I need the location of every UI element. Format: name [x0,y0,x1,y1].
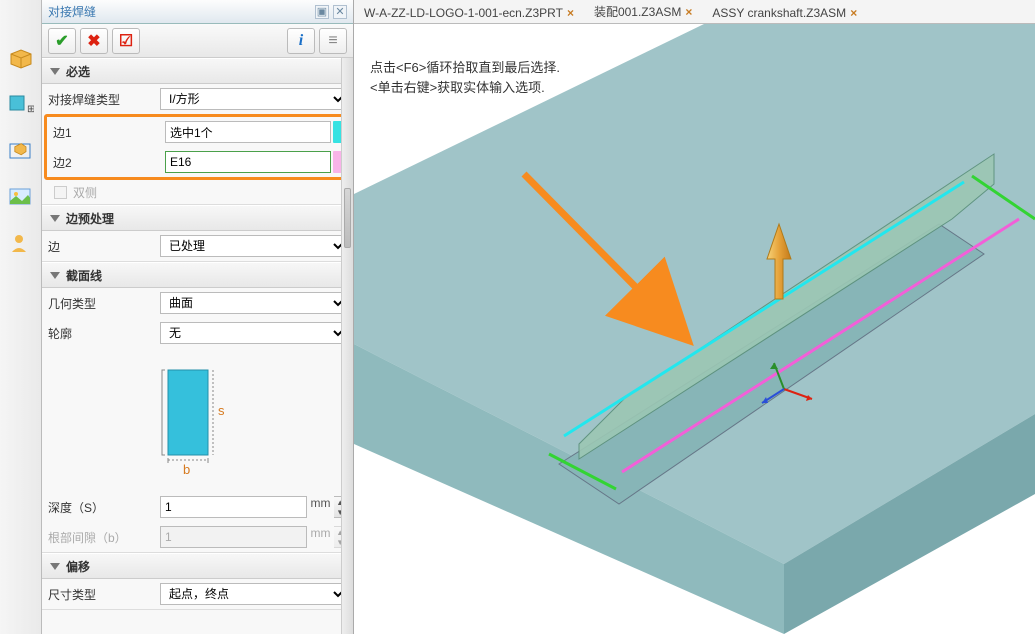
section-header-offset[interactable]: 偏移 [42,553,353,579]
edge1-field[interactable]: 选中1个 [165,121,331,143]
depth-input[interactable] [160,496,307,518]
section-header-section-line[interactable]: 截面线 [42,262,353,288]
model-canvas[interactable] [354,24,1035,634]
depth-label: 深度（S） [48,499,160,516]
apply-button[interactable]: ☑ [112,28,140,54]
panel-titlebar: 对接焊缝 ▣ ✕ [42,0,353,24]
chevron-down-icon [50,272,60,279]
section-section-line: 截面线 几何类型 曲面 轮廓 无 s b [42,262,353,553]
close-icon[interactable]: × [850,6,857,20]
tab-doc-3[interactable]: ASSY crankshaft.Z3ASM× [702,3,867,23]
ok-button[interactable]: ✔ [48,28,76,54]
tool-tree[interactable]: ⊞ [7,91,35,119]
chevron-down-icon [50,563,60,570]
info-button[interactable]: i [287,28,315,54]
pre-edge-select[interactable]: 已处理 [160,235,347,257]
chevron-down-icon [50,68,60,75]
edge2-input[interactable] [165,151,331,173]
both-sides-checkbox[interactable] [54,186,67,199]
section-required: 必选 对接焊缝类型 I/方形 边1 选中1个 边2 双侧 [42,58,353,205]
size-type-select[interactable]: 起点，终点 [160,583,347,605]
size-type-label: 尺寸类型 [48,586,160,603]
weld-type-label: 对接焊缝类型 [48,91,160,108]
edge1-label: 边1 [53,124,165,141]
panel-title-text: 对接焊缝 [48,3,96,20]
panel-close-icon[interactable]: ✕ [333,5,347,19]
svg-text:b: b [183,462,190,477]
edge-highlight-group: 边1 选中1个 边2 [44,114,351,180]
edge2-label: 边2 [53,154,165,171]
depth-unit: mm [307,496,335,518]
document-tabs: W-A-ZZ-LD-LOGO-1-001-ecn.Z3PRT× 装配001.Z3… [354,0,1035,24]
pre-edge-label: 边 [48,238,160,255]
geom-type-select[interactable]: 曲面 [160,292,347,314]
panel-undock-icon[interactable]: ▣ [315,5,329,19]
section-diagram: s b [42,348,353,492]
panel-content: 必选 对接焊缝类型 I/方形 边1 选中1个 边2 双侧 [42,58,353,634]
tab-doc-2[interactable]: 装配001.Z3ASM× [584,0,702,23]
tool-image[interactable] [7,183,35,211]
section-header-required[interactable]: 必选 [42,58,353,84]
tool-user[interactable] [7,229,35,257]
tool-box[interactable] [7,137,35,165]
svg-text:⊞: ⊞ [27,104,34,115]
close-icon[interactable]: × [567,6,574,20]
both-sides-row: 双侧 [42,180,353,204]
geom-type-label: 几何类型 [48,295,160,312]
app-side-toolbar: ⊞ [0,0,42,634]
section-header-edge-pre[interactable]: 边预处理 [42,205,353,231]
gap-unit: mm [307,526,335,548]
panel-scrollbar[interactable] [341,58,353,634]
tab-doc-1[interactable]: W-A-ZZ-LD-LOGO-1-001-ecn.Z3PRT× [354,3,584,23]
tool-solid[interactable] [7,45,35,73]
profile-select[interactable]: 无 [160,322,347,344]
panel-toolbar: ✔ ✖ ☑ i ≡ [42,24,353,58]
cancel-button[interactable]: ✖ [80,28,108,54]
both-sides-label: 双侧 [73,184,97,201]
profile-label: 轮廓 [48,325,160,342]
weld-type-select[interactable]: I/方形 [160,88,347,110]
section-edge-pre: 边预处理 边 已处理 [42,205,353,262]
gap-input [160,526,307,548]
config-button[interactable]: ≡ [319,28,347,54]
chevron-down-icon [50,215,60,222]
section-offset: 偏移 尺寸类型 起点，终点 [42,553,353,610]
viewport: W-A-ZZ-LD-LOGO-1-001-ecn.Z3PRT× 装配001.Z3… [354,0,1035,634]
gap-label: 根部间隙（b） [48,529,160,546]
svg-text:s: s [218,403,225,418]
property-panel: 对接焊缝 ▣ ✕ ✔ ✖ ☑ i ≡ 必选 对接焊缝类型 I/方形 边1 选中1… [42,0,354,634]
close-icon[interactable]: × [685,5,692,19]
